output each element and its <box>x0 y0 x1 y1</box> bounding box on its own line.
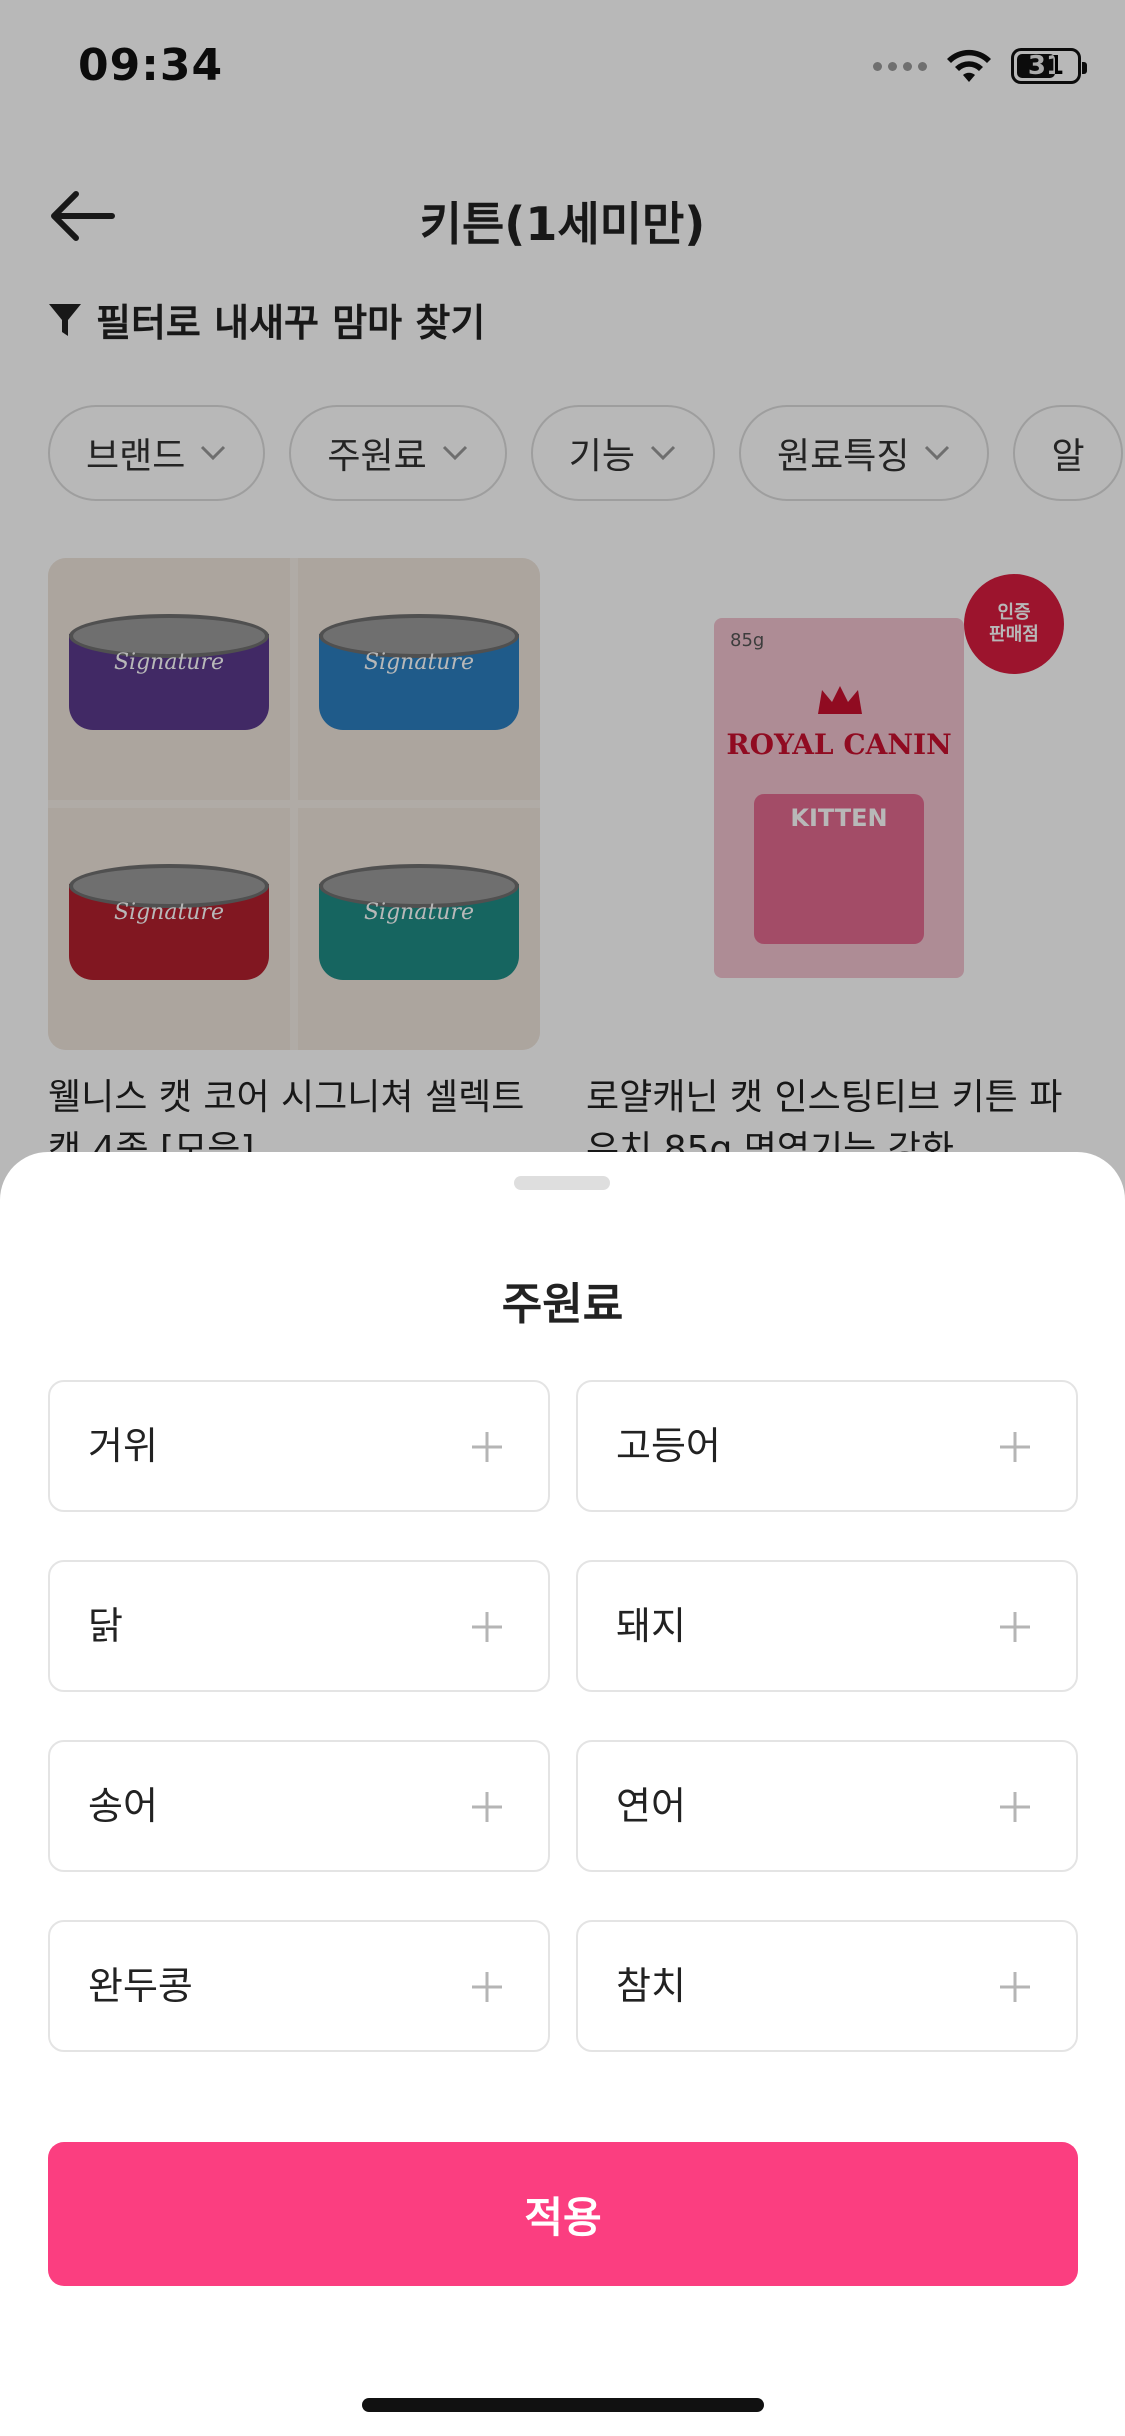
option-label: 돼지 <box>616 1604 686 1648</box>
option-salmon[interactable]: 연어 <box>576 1740 1078 1872</box>
plus-icon <box>1000 1432 1030 1462</box>
option-label: 고등어 <box>616 1424 721 1468</box>
apply-label: 적용 <box>524 2192 602 2242</box>
plus-icon <box>1000 1612 1030 1642</box>
bottom-sheet: 주원료 거위 고등어 닭 돼지 송어 연어 완두콩 참치 적용 <box>0 1152 1125 2436</box>
option-label: 완두콩 <box>88 1964 193 2008</box>
option-label: 연어 <box>616 1784 686 1828</box>
plus-icon <box>472 1792 502 1822</box>
option-pork[interactable]: 돼지 <box>576 1560 1078 1692</box>
option-label: 송어 <box>88 1784 158 1828</box>
drag-handle[interactable] <box>514 1176 610 1190</box>
sheet-title: 주원료 <box>501 1279 624 1330</box>
option-mackerel[interactable]: 고등어 <box>576 1380 1078 1512</box>
plus-icon <box>1000 1792 1030 1822</box>
option-pea[interactable]: 완두콩 <box>48 1920 550 2052</box>
plus-icon <box>472 1612 502 1642</box>
home-indicator[interactable] <box>362 2398 764 2412</box>
apply-button[interactable]: 적용 <box>48 2142 1078 2286</box>
option-chicken[interactable]: 닭 <box>48 1560 550 1692</box>
option-label: 거위 <box>88 1424 158 1468</box>
plus-icon <box>472 1432 502 1462</box>
option-goose[interactable]: 거위 <box>48 1380 550 1512</box>
option-tuna[interactable]: 참치 <box>576 1920 1078 2052</box>
option-label: 참치 <box>616 1964 686 2008</box>
plus-icon <box>472 1972 502 2002</box>
plus-icon <box>1000 1972 1030 2002</box>
option-trout[interactable]: 송어 <box>48 1740 550 1872</box>
option-label: 닭 <box>88 1604 123 1648</box>
